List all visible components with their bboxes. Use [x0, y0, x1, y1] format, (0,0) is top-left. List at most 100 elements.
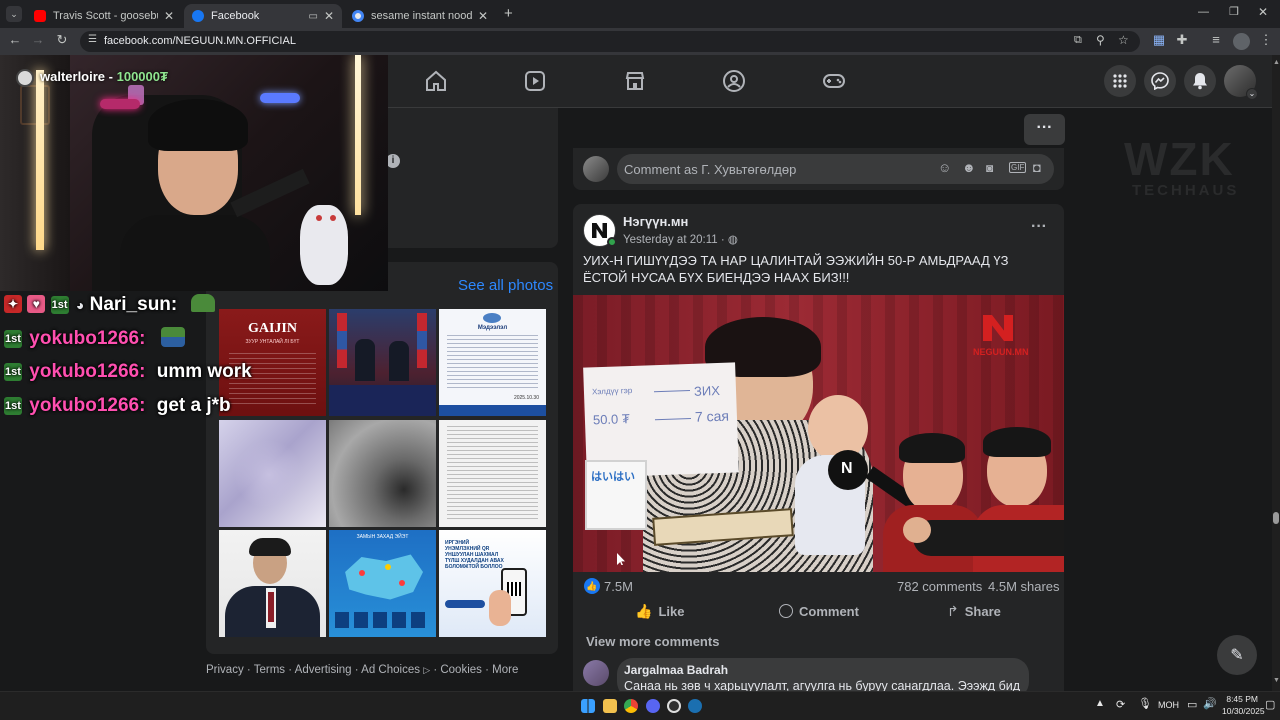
photo-qr-phone[interactable]: ИРГЭНИЙ УНЭМЛЭХНИЙ QR УНШУУЛАН ШАХМАЛ ТҮ…	[439, 530, 546, 637]
photo-man-portrait[interactable]	[219, 530, 326, 637]
footer-link-advertising[interactable]: Advertising	[295, 664, 352, 676]
footer-link-terms[interactable]: Terms	[254, 664, 285, 676]
zoom-icon[interactable]: ⚲	[1096, 33, 1105, 47]
close-window-button[interactable]: ✕	[1258, 5, 1268, 19]
restore-button[interactable]: ❐	[1229, 5, 1239, 18]
file-explorer-icon[interactable]	[603, 699, 617, 713]
install-icon[interactable]: ⧉	[1074, 34, 1082, 47]
address-bar[interactable]: ☰ facebook.com/NEGUUN.MN.OFFICIAL ⧉ ⚲ ☆	[80, 31, 1140, 52]
media-icon[interactable]: ▭	[308, 11, 317, 22]
extensions-puzzle-icon[interactable]: ✚	[1172, 32, 1192, 48]
sticker-icon[interactable]: ◘	[1033, 160, 1041, 175]
tab-facebook[interactable]: Facebook ▭ ✕	[184, 4, 342, 28]
tab-google-search[interactable]: sesame instant noodles - Goog ✕	[344, 4, 496, 28]
gaming-icon[interactable]	[822, 69, 846, 93]
youtube-icon	[34, 10, 46, 22]
comment-count[interactable]: 782 comments	[897, 579, 982, 594]
groups-icon[interactable]	[722, 69, 746, 93]
minimize-button[interactable]: —	[1198, 6, 1209, 18]
tab-search-button[interactable]: ⌄	[6, 6, 22, 22]
post-options-icon[interactable]: ···	[1031, 218, 1047, 236]
page-scrollbar[interactable]: ▲ ▼	[1272, 55, 1280, 691]
obs-icon[interactable]	[667, 699, 681, 713]
new-tab-button[interactable]: +	[504, 5, 513, 22]
profile-avatar-icon[interactable]	[1233, 33, 1250, 50]
windows-start-icon[interactable]	[581, 699, 595, 713]
see-all-photos-link[interactable]: See all photos	[458, 277, 553, 294]
scrollbar-thumb[interactable]	[1273, 512, 1279, 524]
notifications-icon[interactable]: ▢	[1265, 698, 1275, 711]
emoji-icon[interactable]: ☻	[962, 160, 976, 175]
chat-text: umm work	[156, 361, 252, 382]
chrome-icon[interactable]	[624, 699, 638, 713]
photo-fabric[interactable]	[219, 420, 326, 527]
info-icon[interactable]: i	[386, 154, 400, 168]
photo-grey-closeup[interactable]	[329, 420, 436, 527]
post-image[interactable]: NEGUUN.MN Хэлдүү гэр 50.0 ₮ ЗИХ 7 сая はい…	[573, 295, 1064, 572]
scroll-down-icon[interactable]: ▼	[1273, 677, 1280, 684]
account-chevron-down-icon[interactable]: ⌄	[1246, 88, 1258, 100]
notifications-bell-icon[interactable]	[1184, 65, 1216, 97]
tab-youtube[interactable]: Travis Scott - goosebumps ft. K ✕	[26, 4, 182, 28]
post-author[interactable]: Нэгүүн.мн	[623, 214, 688, 229]
scroll-up-icon[interactable]: ▲	[1273, 59, 1280, 66]
gif-icon[interactable]: GIF	[1009, 162, 1027, 173]
like-button[interactable]: 👍 Like	[635, 602, 693, 620]
commenter-avatar[interactable]	[583, 660, 609, 686]
photo-notice[interactable]: Мэдээлэл 2025.10.30	[439, 309, 546, 416]
share-button[interactable]: ↱ Share	[947, 602, 1017, 620]
discord-icon[interactable]	[646, 699, 660, 713]
reload-icon[interactable]: ↻	[52, 32, 72, 48]
video-icon[interactable]	[523, 69, 547, 93]
input-language[interactable]: МОН	[1158, 700, 1179, 710]
bookmark-star-icon[interactable]: ☆	[1118, 33, 1129, 47]
clock-date: 10/30/2025	[1222, 706, 1265, 716]
watermark-logo-text: WZK	[1124, 133, 1235, 185]
display-icon[interactable]: ▭	[1187, 698, 1197, 711]
microphone-tray-icon[interactable]: 🎙	[1138, 697, 1152, 710]
avatar-sticker-icon[interactable]: ☺	[938, 160, 951, 175]
chrome-menu-icon[interactable]: ⋮	[1256, 32, 1276, 48]
new-message-button[interactable]: ✎	[1217, 635, 1257, 675]
extension-icon[interactable]: ▦	[1149, 32, 1169, 48]
share-count[interactable]: 4.5M shares	[988, 579, 1060, 594]
close-tab-icon[interactable]: ✕	[324, 9, 334, 23]
emote-frog-icon	[190, 294, 215, 312]
paper-line-1: Хэлдүү гэр	[591, 385, 633, 397]
streamer-avatar	[16, 69, 34, 87]
view-more-comments-link[interactable]: View more comments	[586, 634, 719, 649]
comment-button[interactable]: Comment	[779, 602, 875, 620]
menu-grid-icon[interactable]	[1104, 65, 1136, 97]
reading-list-icon[interactable]: ≡	[1206, 32, 1226, 47]
comment-input[interactable]: Comment as Г. Хувьтөгөлдөр ☺ ☻ ◙ GIF ◘	[617, 154, 1054, 184]
back-arrow-icon[interactable]: ←	[5, 32, 25, 47]
steam-icon[interactable]	[688, 699, 702, 713]
site-info-icon[interactable]: ☰	[88, 34, 97, 45]
footer-separator: ·	[246, 664, 251, 676]
paper-right-2: 7 сая	[694, 407, 730, 425]
marketplace-icon[interactable]	[623, 69, 647, 93]
comment-author[interactable]: Jargalmaa Badrah	[624, 663, 728, 677]
camera-icon[interactable]: ◙	[986, 161, 993, 175]
post-timestamp[interactable]: Yesterday at 20:11	[623, 234, 718, 246]
messenger-icon[interactable]	[1144, 65, 1176, 97]
footer-link-cookies[interactable]: Cookies	[440, 664, 482, 676]
volume-icon[interactable]: 🔊	[1203, 697, 1217, 710]
home-icon[interactable]	[424, 69, 448, 93]
footer-link-privacy[interactable]: Privacy	[206, 664, 244, 676]
photo-map[interactable]: ЗАМЫН ЗАХАД ЭЙЭТ	[329, 530, 436, 637]
footer-link-more[interactable]: More	[492, 664, 518, 676]
forward-arrow-icon[interactable]: →	[28, 32, 48, 47]
photo-document-page[interactable]	[439, 420, 546, 527]
page-more-options-button[interactable]: ···	[1024, 114, 1065, 145]
url-text[interactable]: facebook.com/NEGUUN.MN.OFFICIAL	[104, 35, 296, 47]
tray-chevron-up-icon[interactable]: ▲	[1095, 698, 1105, 709]
reaction-count[interactable]: 7.5M	[604, 579, 633, 594]
tray-app-icon[interactable]: ⟳	[1116, 698, 1125, 711]
footer-link-ad-choices[interactable]: Ad Choices	[361, 664, 420, 676]
photo-officials-flag[interactable]	[329, 309, 436, 416]
close-tab-icon[interactable]: ✕	[478, 9, 488, 23]
close-tab-icon[interactable]: ✕	[164, 9, 174, 23]
clock[interactable]: 8:45 PM 10/30/2025	[1222, 693, 1265, 717]
mic-letter: N	[841, 460, 853, 477]
